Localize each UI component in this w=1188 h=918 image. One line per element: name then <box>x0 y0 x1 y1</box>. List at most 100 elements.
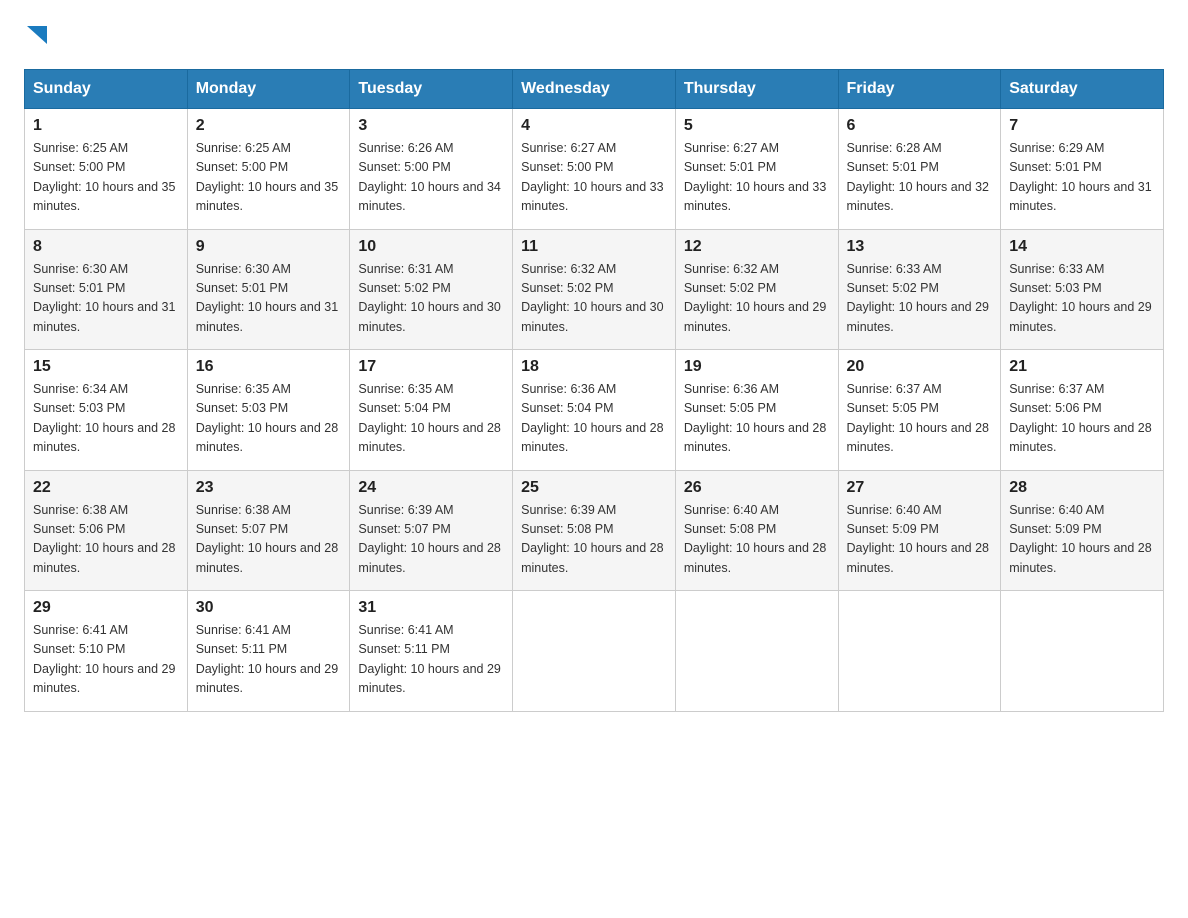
day-number: 8 <box>33 238 179 256</box>
day-info: Sunrise: 6:40 AMSunset: 5:09 PMDaylight:… <box>847 501 993 579</box>
calendar-cell: 24 Sunrise: 6:39 AMSunset: 5:07 PMDayligh… <box>350 470 513 591</box>
day-number: 5 <box>684 117 830 135</box>
calendar-week-4: 22Sunrise: 6:38 AMSunset: 5:06 PMDayligh… <box>25 470 1164 591</box>
calendar-cell: 1 Sunrise: 6:25 AMSunset: 5:00 PMDaylight… <box>25 109 188 230</box>
day-number: 1 <box>33 117 179 135</box>
page-header <box>24 24 1164 49</box>
day-number: 3 <box>358 117 504 135</box>
day-number: 21 <box>1009 358 1155 376</box>
col-saturday: Saturday <box>1001 70 1164 109</box>
day-number: 25 <box>521 479 667 497</box>
day-info: Sunrise: 6:26 AMSunset: 5:00 PMDaylight:… <box>358 139 504 217</box>
header-row: Sunday Monday Tuesday Wednesday Thursday… <box>25 70 1164 109</box>
day-info: Sunrise: 6:40 AMSunset: 5:08 PMDaylight:… <box>684 501 830 579</box>
day-info: Sunrise: 6:28 AMSunset: 5:01 PMDaylight:… <box>847 139 993 217</box>
calendar-cell: 29 Sunrise: 6:41 AMSunset: 5:10 PMDayligh… <box>25 591 188 712</box>
day-number: 16 <box>196 358 342 376</box>
calendar-cell: 23 Sunrise: 6:38 AMSunset: 5:07 PMDayligh… <box>187 470 350 591</box>
day-number: 7 <box>1009 117 1155 135</box>
calendar-cell <box>675 591 838 712</box>
day-number: 31 <box>358 599 504 617</box>
day-info: Sunrise: 6:27 AMSunset: 5:01 PMDaylight:… <box>684 139 830 217</box>
col-thursday: Thursday <box>675 70 838 109</box>
day-number: 9 <box>196 238 342 256</box>
day-info: Sunrise: 6:36 AMSunset: 5:04 PMDaylight:… <box>521 380 667 458</box>
calendar-cell: 12 Sunrise: 6:32 AMSunset: 5:02 PMDayligh… <box>675 229 838 350</box>
day-info: Sunrise: 6:35 AMSunset: 5:04 PMDaylight:… <box>358 380 504 458</box>
calendar-cell: 5 Sunrise: 6:27 AMSunset: 5:01 PMDaylight… <box>675 109 838 230</box>
day-number: 23 <box>196 479 342 497</box>
calendar-header: Sunday Monday Tuesday Wednesday Thursday… <box>25 70 1164 109</box>
calendar-cell: 30Sunrise: 6:41 AMSunset: 5:11 PMDayligh… <box>187 591 350 712</box>
calendar-cell: 16 Sunrise: 6:35 AMSunset: 5:03 PMDayligh… <box>187 350 350 471</box>
day-number: 14 <box>1009 238 1155 256</box>
day-info: Sunrise: 6:30 AMSunset: 5:01 PMDaylight:… <box>196 260 342 338</box>
calendar-cell: 19 Sunrise: 6:36 AMSunset: 5:05 PMDayligh… <box>675 350 838 471</box>
day-number: 12 <box>684 238 830 256</box>
col-tuesday: Tuesday <box>350 70 513 109</box>
calendar-cell: 14 Sunrise: 6:33 AMSunset: 5:03 PMDayligh… <box>1001 229 1164 350</box>
calendar-week-5: 29 Sunrise: 6:41 AMSunset: 5:10 PMDayligh… <box>25 591 1164 712</box>
day-number: 27 <box>847 479 993 497</box>
calendar-cell: 13Sunrise: 6:33 AMSunset: 5:02 PMDayligh… <box>838 229 1001 350</box>
day-info: Sunrise: 6:41 AMSunset: 5:10 PMDaylight:… <box>33 621 179 699</box>
day-number: 11 <box>521 238 667 256</box>
calendar-cell: 31 Sunrise: 6:41 AMSunset: 5:11 PMDayligh… <box>350 591 513 712</box>
day-number: 19 <box>684 358 830 376</box>
calendar-cell: 8 Sunrise: 6:30 AMSunset: 5:01 PMDaylight… <box>25 229 188 350</box>
calendar-cell: 9 Sunrise: 6:30 AMSunset: 5:01 PMDaylight… <box>187 229 350 350</box>
calendar-week-2: 8 Sunrise: 6:30 AMSunset: 5:01 PMDaylight… <box>25 229 1164 350</box>
calendar-cell: 18Sunrise: 6:36 AMSunset: 5:04 PMDayligh… <box>513 350 676 471</box>
col-friday: Friday <box>838 70 1001 109</box>
day-number: 17 <box>358 358 504 376</box>
day-number: 22 <box>33 479 179 497</box>
calendar-cell: 2Sunrise: 6:25 AMSunset: 5:00 PMDaylight… <box>187 109 350 230</box>
calendar-cell: 17 Sunrise: 6:35 AMSunset: 5:04 PMDayligh… <box>350 350 513 471</box>
col-wednesday: Wednesday <box>513 70 676 109</box>
day-info: Sunrise: 6:36 AMSunset: 5:05 PMDaylight:… <box>684 380 830 458</box>
day-info: Sunrise: 6:34 AMSunset: 5:03 PMDaylight:… <box>33 380 179 458</box>
day-info: Sunrise: 6:25 AMSunset: 5:00 PMDaylight:… <box>33 139 179 217</box>
logo <box>24 24 49 49</box>
calendar-cell <box>838 591 1001 712</box>
calendar-cell: 7 Sunrise: 6:29 AMSunset: 5:01 PMDaylight… <box>1001 109 1164 230</box>
day-info: Sunrise: 6:27 AMSunset: 5:00 PMDaylight:… <box>521 139 667 217</box>
day-number: 10 <box>358 238 504 256</box>
calendar-cell: 10 Sunrise: 6:31 AMSunset: 5:02 PMDayligh… <box>350 229 513 350</box>
day-info: Sunrise: 6:25 AMSunset: 5:00 PMDaylight:… <box>196 139 342 217</box>
day-number: 6 <box>847 117 993 135</box>
calendar-cell: 11 Sunrise: 6:32 AMSunset: 5:02 PMDayligh… <box>513 229 676 350</box>
day-info: Sunrise: 6:39 AMSunset: 5:08 PMDaylight:… <box>521 501 667 579</box>
calendar-cell <box>513 591 676 712</box>
calendar-cell <box>1001 591 1164 712</box>
day-info: Sunrise: 6:41 AMSunset: 5:11 PMDaylight:… <box>358 621 504 699</box>
day-number: 24 <box>358 479 504 497</box>
calendar-cell: 22Sunrise: 6:38 AMSunset: 5:06 PMDayligh… <box>25 470 188 591</box>
calendar-table: Sunday Monday Tuesday Wednesday Thursday… <box>24 69 1164 712</box>
calendar-cell: 21Sunrise: 6:37 AMSunset: 5:06 PMDayligh… <box>1001 350 1164 471</box>
calendar-cell: 25 Sunrise: 6:39 AMSunset: 5:08 PMDayligh… <box>513 470 676 591</box>
day-info: Sunrise: 6:32 AMSunset: 5:02 PMDaylight:… <box>521 260 667 338</box>
calendar-week-3: 15Sunrise: 6:34 AMSunset: 5:03 PMDayligh… <box>25 350 1164 471</box>
day-info: Sunrise: 6:40 AMSunset: 5:09 PMDaylight:… <box>1009 501 1155 579</box>
day-info: Sunrise: 6:38 AMSunset: 5:07 PMDaylight:… <box>196 501 342 579</box>
day-info: Sunrise: 6:39 AMSunset: 5:07 PMDaylight:… <box>358 501 504 579</box>
day-info: Sunrise: 6:37 AMSunset: 5:05 PMDaylight:… <box>847 380 993 458</box>
day-number: 4 <box>521 117 667 135</box>
day-info: Sunrise: 6:35 AMSunset: 5:03 PMDaylight:… <box>196 380 342 458</box>
day-info: Sunrise: 6:29 AMSunset: 5:01 PMDaylight:… <box>1009 139 1155 217</box>
day-info: Sunrise: 6:41 AMSunset: 5:11 PMDaylight:… <box>196 621 342 699</box>
day-number: 13 <box>847 238 993 256</box>
day-number: 29 <box>33 599 179 617</box>
calendar-cell: 20Sunrise: 6:37 AMSunset: 5:05 PMDayligh… <box>838 350 1001 471</box>
day-info: Sunrise: 6:32 AMSunset: 5:02 PMDaylight:… <box>684 260 830 338</box>
day-info: Sunrise: 6:30 AMSunset: 5:01 PMDaylight:… <box>33 260 179 338</box>
calendar-body: 1 Sunrise: 6:25 AMSunset: 5:00 PMDaylight… <box>25 109 1164 712</box>
calendar-cell: 15Sunrise: 6:34 AMSunset: 5:03 PMDayligh… <box>25 350 188 471</box>
logo-triangle-icon <box>27 26 47 44</box>
day-info: Sunrise: 6:31 AMSunset: 5:02 PMDaylight:… <box>358 260 504 338</box>
calendar-cell: 28Sunrise: 6:40 AMSunset: 5:09 PMDayligh… <box>1001 470 1164 591</box>
calendar-cell: 27 Sunrise: 6:40 AMSunset: 5:09 PMDayligh… <box>838 470 1001 591</box>
calendar-cell: 6 Sunrise: 6:28 AMSunset: 5:01 PMDaylight… <box>838 109 1001 230</box>
day-info: Sunrise: 6:33 AMSunset: 5:03 PMDaylight:… <box>1009 260 1155 338</box>
